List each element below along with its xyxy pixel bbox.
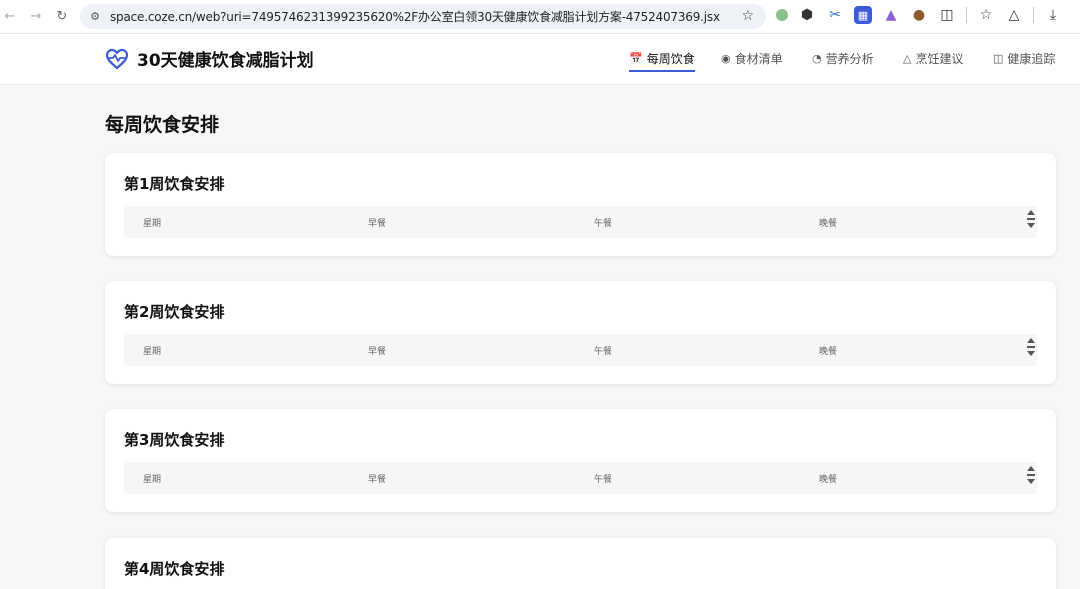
week-title: 第4周饮食安排	[124, 560, 225, 578]
extension-scissors-icon[interactable]: ✂	[826, 6, 844, 24]
extension-purple-icon[interactable]: ▲	[882, 6, 900, 24]
brand[interactable]: 30天健康饮食减脂计划	[105, 46, 314, 71]
toolbar-divider	[1033, 7, 1034, 23]
extensions-tray: ⬢ ✂ ▦ ▲ ● ◫ ☆ △ ⤓	[776, 6, 1062, 24]
extensions-puzzle-icon[interactable]: ◫	[938, 6, 956, 24]
week-title: 第3周饮食安排	[124, 431, 225, 449]
column-day: 星期	[143, 475, 162, 485]
week-title: 第1周饮食安排	[124, 175, 225, 193]
sort-toggle-icon[interactable]	[1027, 210, 1037, 234]
week-card: 第3周饮食安排 星期 早餐 午餐 晚餐	[105, 409, 1056, 512]
nav-label: 营养分析	[825, 52, 874, 66]
table-header: 星期 早餐 午餐 晚餐	[124, 334, 1037, 366]
week-card: 第4周饮食安排	[105, 538, 1056, 589]
nav-cooking[interactable]: △ 烹饪建议	[903, 50, 963, 67]
extension-blue-icon[interactable]: ▦	[854, 6, 872, 24]
nav-health-tracking[interactable]: ◫ 健康追踪	[993, 50, 1055, 67]
book-icon: ◫	[993, 52, 1004, 65]
active-tab-indicator	[629, 70, 695, 72]
column-dinner: 晚餐	[819, 347, 838, 357]
page-title: 每周饮食安排	[105, 114, 220, 136]
week-card: 第1周饮食安排 星期 早餐 午餐 晚餐	[105, 153, 1056, 256]
column-dinner: 晚餐	[819, 219, 838, 229]
download-icon[interactable]: ⤓	[1044, 6, 1062, 24]
column-breakfast: 早餐	[368, 219, 387, 229]
site-settings-icon[interactable]: ⚙	[88, 10, 102, 24]
column-lunch: 午餐	[594, 219, 613, 229]
column-dinner: 晚餐	[819, 475, 838, 485]
sort-toggle-icon[interactable]	[1027, 466, 1037, 490]
basket-icon: ◉	[721, 52, 731, 65]
extension-cookie-icon[interactable]: ●	[910, 6, 928, 24]
forward-icon[interactable]: →	[26, 7, 46, 27]
chef-hat-icon: △	[903, 52, 912, 65]
browser-toolbar: ← → ↻ ⚙ space.coze.cn/web?uri=7495746231…	[0, 0, 1080, 34]
column-breakfast: 早餐	[368, 347, 387, 357]
column-day: 星期	[143, 219, 162, 229]
week-card: 第2周饮食安排 星期 早餐 午餐 晚餐	[105, 281, 1056, 384]
column-lunch: 午餐	[594, 347, 613, 357]
toolbar-divider	[966, 7, 967, 23]
app-header: 30天健康饮食减脂计划 📅 每周饮食 ◉ 食材清单 ◔ 营养分析 △ 烹饪建议 …	[0, 34, 1080, 85]
nav-label: 烹饪建议	[915, 52, 964, 66]
nav-nutrition[interactable]: ◔ 营养分析	[812, 50, 874, 67]
back-icon[interactable]: ←	[0, 7, 20, 27]
heart-pulse-icon	[105, 48, 129, 69]
nav-label: 每周饮食	[646, 52, 695, 66]
bookmarks-icon[interactable]: ☆	[977, 6, 995, 24]
reload-icon[interactable]: ↻	[52, 7, 72, 27]
table-header: 星期 早餐 午餐 晚餐	[124, 462, 1037, 494]
extension-shield-icon[interactable]: ⬢	[798, 6, 816, 24]
url-text: space.coze.cn/web?uri=749574623139923562…	[110, 10, 720, 24]
week-title: 第2周饮食安排	[124, 303, 225, 321]
nav-ingredients[interactable]: ◉ 食材清单	[721, 50, 783, 67]
bookmark-star-icon[interactable]: ☆	[741, 8, 754, 24]
extension-green-icon[interactable]	[776, 9, 788, 21]
column-breakfast: 早餐	[368, 475, 387, 485]
column-lunch: 午餐	[594, 475, 613, 485]
table-header: 星期 早餐 午餐 晚餐	[124, 206, 1037, 238]
address-bar[interactable]: ⚙ space.coze.cn/web?uri=7495746231399235…	[80, 4, 766, 29]
calendar-icon: 📅	[629, 52, 643, 65]
nav-label: 健康追踪	[1007, 52, 1056, 66]
app-title: 30天健康饮食减脂计划	[137, 51, 314, 71]
pie-chart-icon: ◔	[812, 52, 822, 65]
nav-weekly-meals[interactable]: 📅 每周饮食	[629, 50, 695, 72]
labs-flask-icon[interactable]: △	[1005, 6, 1023, 24]
nav-label: 食材清单	[734, 52, 783, 66]
column-day: 星期	[143, 347, 162, 357]
sort-toggle-icon[interactable]	[1027, 338, 1037, 362]
